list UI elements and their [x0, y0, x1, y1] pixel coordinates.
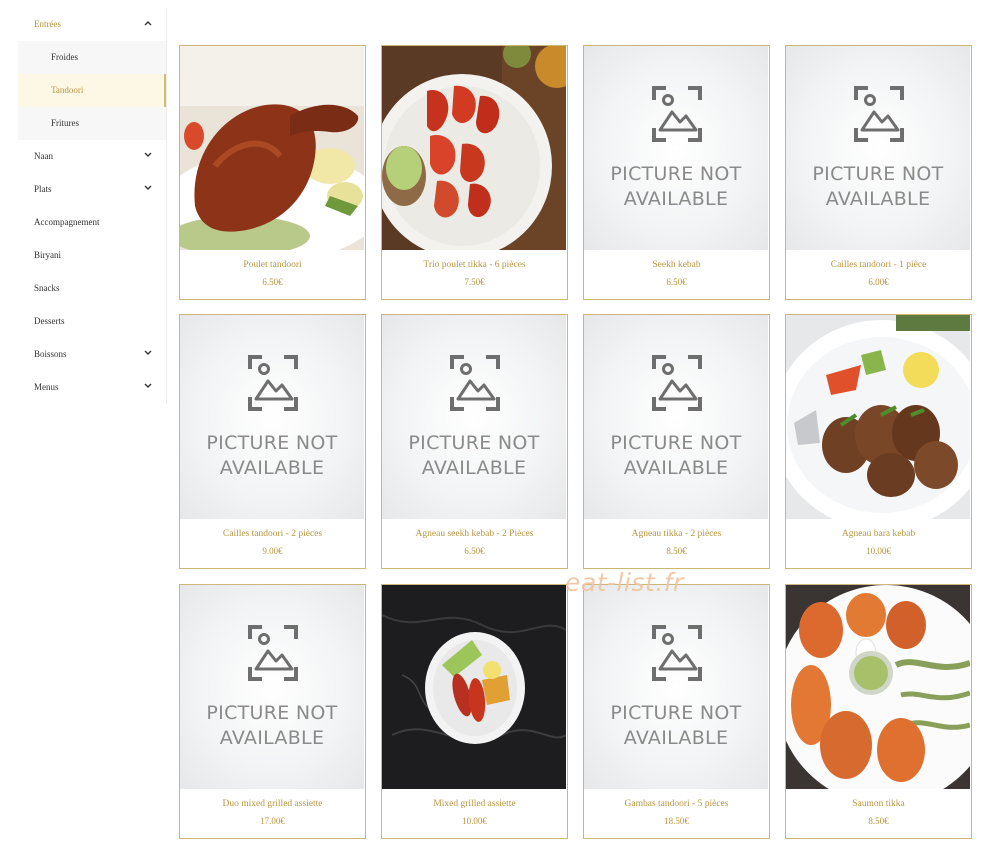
product-price: 18.50€ — [664, 816, 689, 826]
chevron-up-icon — [144, 8, 154, 41]
product-name: Poulet tandoori — [243, 260, 302, 270]
product-card[interactable]: PICTURE NOT AVAILABLE Gambas tandoori - 5… — [583, 584, 770, 839]
image-placeholder-icon — [652, 355, 702, 411]
product-name: Cailles tandoori - 1 pièce — [830, 260, 927, 270]
product-price: 9.00€ — [262, 546, 283, 556]
product-price: 8.50€ — [666, 546, 687, 556]
sidebar-subitem-tandoori[interactable]: Tandoori — [18, 74, 166, 107]
product-price: 7.50€ — [464, 277, 485, 287]
product-name: Duo mixed grilled assiette — [222, 799, 323, 809]
product-card[interactable]: PICTURE NOT AVAILABLE Cailles tandoori - … — [179, 314, 366, 569]
product-card[interactable]: Saumon tikka 8.50€ — [785, 584, 972, 839]
product-card[interactable]: Agneau bara kebab 10.00€ — [785, 314, 972, 569]
sidebar-item-label: Plats — [34, 184, 52, 194]
chevron-down-icon — [144, 140, 154, 173]
category-sidebar: Entrées Froides Tandoori Fritures Naan P… — [18, 8, 167, 404]
sidebar-item-menus[interactable]: Menus — [18, 371, 166, 404]
sidebar-item-naan[interactable]: Naan — [18, 140, 166, 173]
product-price: 6.50€ — [666, 277, 687, 287]
sidebar-item-label: Biryani — [34, 250, 61, 260]
product-card[interactable]: Poulet tandoori 6.50€ — [179, 45, 366, 300]
sidebar-item-plats[interactable]: Plats — [18, 173, 166, 206]
product-card[interactable]: PICTURE NOT AVAILABLE Duo mixed grilled a… — [179, 584, 366, 839]
product-price: 6.50€ — [262, 277, 283, 287]
watermark: eat-list.fr — [565, 568, 684, 597]
sidebar-item-label: Tandoori — [51, 85, 84, 95]
product-price: 6.00€ — [868, 277, 889, 287]
product-image-mixed-grill — [382, 585, 566, 789]
product-name: Trio poulet tikka - 6 pièces — [423, 260, 526, 270]
product-card[interactable]: PICTURE NOT AVAILABLE Agneau seekh kebab … — [381, 314, 568, 569]
product-price: 10.00€ — [866, 546, 891, 556]
placeholder-text: PICTURE NOT AVAILABLE — [610, 163, 742, 210]
sidebar-item-label: Naan — [34, 151, 53, 161]
sidebar-item-label: Desserts — [34, 316, 65, 326]
product-image-roast-chicken — [180, 46, 364, 250]
image-placeholder-icon — [248, 625, 298, 681]
placeholder-text: PICTURE NOT AVAILABLE — [206, 432, 338, 479]
sidebar-item-label: Boissons — [34, 349, 67, 359]
product-name: Gambas tandoori - 5 pièces — [624, 799, 729, 809]
placeholder-text: PICTURE NOT AVAILABLE — [408, 432, 540, 479]
product-image-placeholder: PICTURE NOT AVAILABLE — [382, 315, 566, 519]
product-card[interactable]: Trio poulet tikka - 6 pièces 7.50€ — [381, 45, 568, 300]
product-name: Agneau tikka - 2 pièces — [631, 529, 722, 539]
chevron-down-icon — [144, 173, 154, 206]
image-placeholder-icon — [854, 86, 904, 142]
product-card[interactable]: Mixed grilled assiette 10.00€ — [381, 584, 568, 839]
product-name: Saumon tikka — [852, 799, 905, 809]
sidebar-item-label: Fritures — [51, 118, 79, 128]
product-card[interactable]: PICTURE NOT AVAILABLE Seekh kebab 6.50€ — [583, 45, 770, 300]
product-name: Seekh kebab — [652, 260, 701, 270]
sidebar-item-snacks[interactable]: Snacks — [18, 272, 166, 305]
product-image-placeholder: PICTURE NOT AVAILABLE — [584, 46, 768, 250]
product-price: 10.00€ — [462, 816, 487, 826]
placeholder-text: PICTURE NOT AVAILABLE — [812, 163, 944, 210]
sidebar-item-label: Entrées — [34, 19, 61, 29]
sidebar-item-entrees[interactable]: Entrées — [18, 8, 166, 41]
sidebar-item-boissons[interactable]: Boissons — [18, 338, 166, 371]
sidebar-item-accompagnement[interactable]: Accompagnement — [18, 206, 166, 239]
sidebar-item-label: Menus — [34, 382, 59, 392]
product-price: 8.50€ — [868, 816, 889, 826]
placeholder-text: PICTURE NOT AVAILABLE — [610, 702, 742, 749]
sidebar-subitem-fritures[interactable]: Fritures — [18, 107, 166, 140]
sidebar-item-biryani[interactable]: Biryani — [18, 239, 166, 272]
product-image-salmon-tikka — [786, 585, 970, 789]
product-name: Agneau bara kebab — [841, 529, 916, 539]
product-image-placeholder: PICTURE NOT AVAILABLE — [584, 585, 768, 789]
placeholder-text: PICTURE NOT AVAILABLE — [610, 432, 742, 479]
product-price: 17.00€ — [260, 816, 285, 826]
sidebar-item-label: Froides — [51, 52, 78, 62]
product-name: Cailles tandoori - 2 pièces — [222, 529, 323, 539]
chevron-down-icon — [144, 371, 154, 404]
product-price: 6.50€ — [464, 546, 485, 556]
image-placeholder-icon — [248, 355, 298, 411]
sidebar-item-label: Accompagnement — [34, 217, 100, 227]
product-name: Mixed grilled assiette — [433, 799, 516, 809]
image-placeholder-icon — [652, 625, 702, 681]
product-name: Agneau seekh kebab - 2 Pièces — [415, 529, 534, 539]
product-image-placeholder: PICTURE NOT AVAILABLE — [786, 46, 970, 250]
sidebar-item-label: Snacks — [34, 283, 60, 293]
product-image-placeholder: PICTURE NOT AVAILABLE — [584, 315, 768, 519]
product-card[interactable]: PICTURE NOT AVAILABLE Agneau tikka - 2 pi… — [583, 314, 770, 569]
chevron-down-icon — [144, 338, 154, 371]
image-placeholder-icon — [450, 355, 500, 411]
product-image-placeholder: PICTURE NOT AVAILABLE — [180, 315, 364, 519]
product-image-lamb-kebab — [786, 315, 970, 519]
product-card[interactable]: PICTURE NOT AVAILABLE Cailles tandoori - … — [785, 45, 972, 300]
product-image-chicken-tikka — [382, 46, 566, 250]
sidebar-subitem-froides[interactable]: Froides — [18, 41, 166, 74]
placeholder-text: PICTURE NOT AVAILABLE — [206, 702, 338, 749]
sidebar-item-desserts[interactable]: Desserts — [18, 305, 166, 338]
image-placeholder-icon — [652, 86, 702, 142]
product-image-placeholder: PICTURE NOT AVAILABLE — [180, 585, 364, 789]
